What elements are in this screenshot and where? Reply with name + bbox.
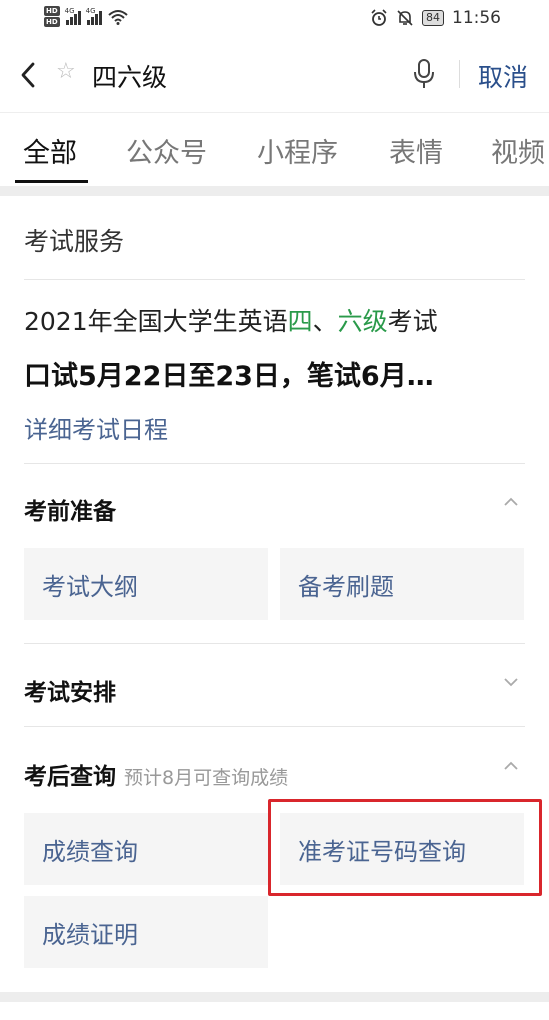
exam-dates: 口试5月22日至23日，笔试6月… xyxy=(24,361,434,392)
section-arrangement-header[interactable]: 考试安排 xyxy=(24,673,116,707)
divider xyxy=(24,643,525,644)
divider xyxy=(24,726,525,727)
chevron-up-icon[interactable] xyxy=(501,756,521,776)
status-bar: HD HD 4G 4G 84 11:56 xyxy=(0,0,549,40)
active-tab-indicator xyxy=(15,180,88,183)
header-divider xyxy=(459,60,460,88)
wifi-icon xyxy=(108,9,128,25)
tab-stickers[interactable]: 表情 xyxy=(389,131,443,170)
section-pre-exam-header[interactable]: 考前准备 xyxy=(24,492,116,526)
chevron-down-icon[interactable] xyxy=(501,672,521,692)
chevron-up-icon[interactable] xyxy=(501,492,521,512)
hd-badges: HD HD xyxy=(44,6,60,27)
exam-name-prefix: 2021年全国大学生英语 xyxy=(24,307,288,336)
exam-service-card: 考试服务 2021年全国大学生英语四、六级考试 口试5月22日至23日，笔试6月… xyxy=(0,196,549,992)
sim2-network-label: 4G xyxy=(85,6,96,15)
alarm-icon xyxy=(371,9,387,26)
section-title: 考后查询 xyxy=(24,764,116,790)
mic-icon[interactable] xyxy=(412,58,436,90)
exam-name-suffix: 考试 xyxy=(387,307,438,336)
card-title: 考试服务 xyxy=(24,227,125,256)
tile-score-query[interactable]: 成绩查询 xyxy=(24,813,268,885)
annotation-highlight-box xyxy=(268,799,542,896)
battery-icon: 84 xyxy=(422,10,444,26)
schedule-link[interactable]: 详细考试日程 xyxy=(24,410,168,445)
signal-icon: 4G xyxy=(64,6,81,25)
section-title: 考试安排 xyxy=(24,680,116,706)
search-header: ☆ 四六级 取消 xyxy=(0,40,549,110)
tab-videos[interactable]: 视频 xyxy=(491,131,545,170)
next-card-edge xyxy=(0,1002,549,1020)
search-input[interactable]: 四六级 xyxy=(92,58,167,94)
exam-name[interactable]: 2021年全国大学生英语四、六级考试 xyxy=(24,302,438,338)
mute-icon xyxy=(397,10,413,26)
hd-badge-2: HD xyxy=(44,17,60,27)
hd-badge-1: HD xyxy=(44,6,60,16)
search-tabs: 全部 公众号 小程序 表情 视频 xyxy=(0,112,549,186)
divider xyxy=(24,279,525,280)
sim1-network-label: 4G xyxy=(64,6,75,15)
cancel-button[interactable]: 取消 xyxy=(478,58,528,94)
tile-score-certificate[interactable]: 成绩证明 xyxy=(24,896,268,968)
tab-official-accounts[interactable]: 公众号 xyxy=(126,131,207,170)
section-title: 考前准备 xyxy=(24,499,116,525)
divider xyxy=(24,463,525,464)
exam-name-highlight-1: 四 xyxy=(287,307,313,336)
back-icon[interactable] xyxy=(16,60,42,90)
section-gap xyxy=(0,992,549,1002)
status-bar-left: HD HD 4G 4G xyxy=(44,6,128,27)
clock-time: 11:56 xyxy=(452,8,501,28)
star-icon: ☆ xyxy=(56,59,76,84)
exam-name-highlight-2: 六级 xyxy=(337,307,388,336)
exam-name-separator: 、 xyxy=(312,307,338,336)
section-note: 预计8月可查询成绩 xyxy=(124,767,289,789)
tile-exam-syllabus[interactable]: 考试大纲 xyxy=(24,548,268,620)
tile-practice-questions[interactable]: 备考刷题 xyxy=(280,548,524,620)
section-gap xyxy=(0,186,549,196)
tab-all[interactable]: 全部 xyxy=(23,131,77,170)
section-post-exam-header[interactable]: 考后查询 预计8月可查询成绩 xyxy=(24,757,288,791)
signal-icon-2: 4G xyxy=(85,6,102,25)
tab-mini-programs[interactable]: 小程序 xyxy=(257,131,338,170)
status-bar-right: 84 11:56 xyxy=(370,8,501,28)
